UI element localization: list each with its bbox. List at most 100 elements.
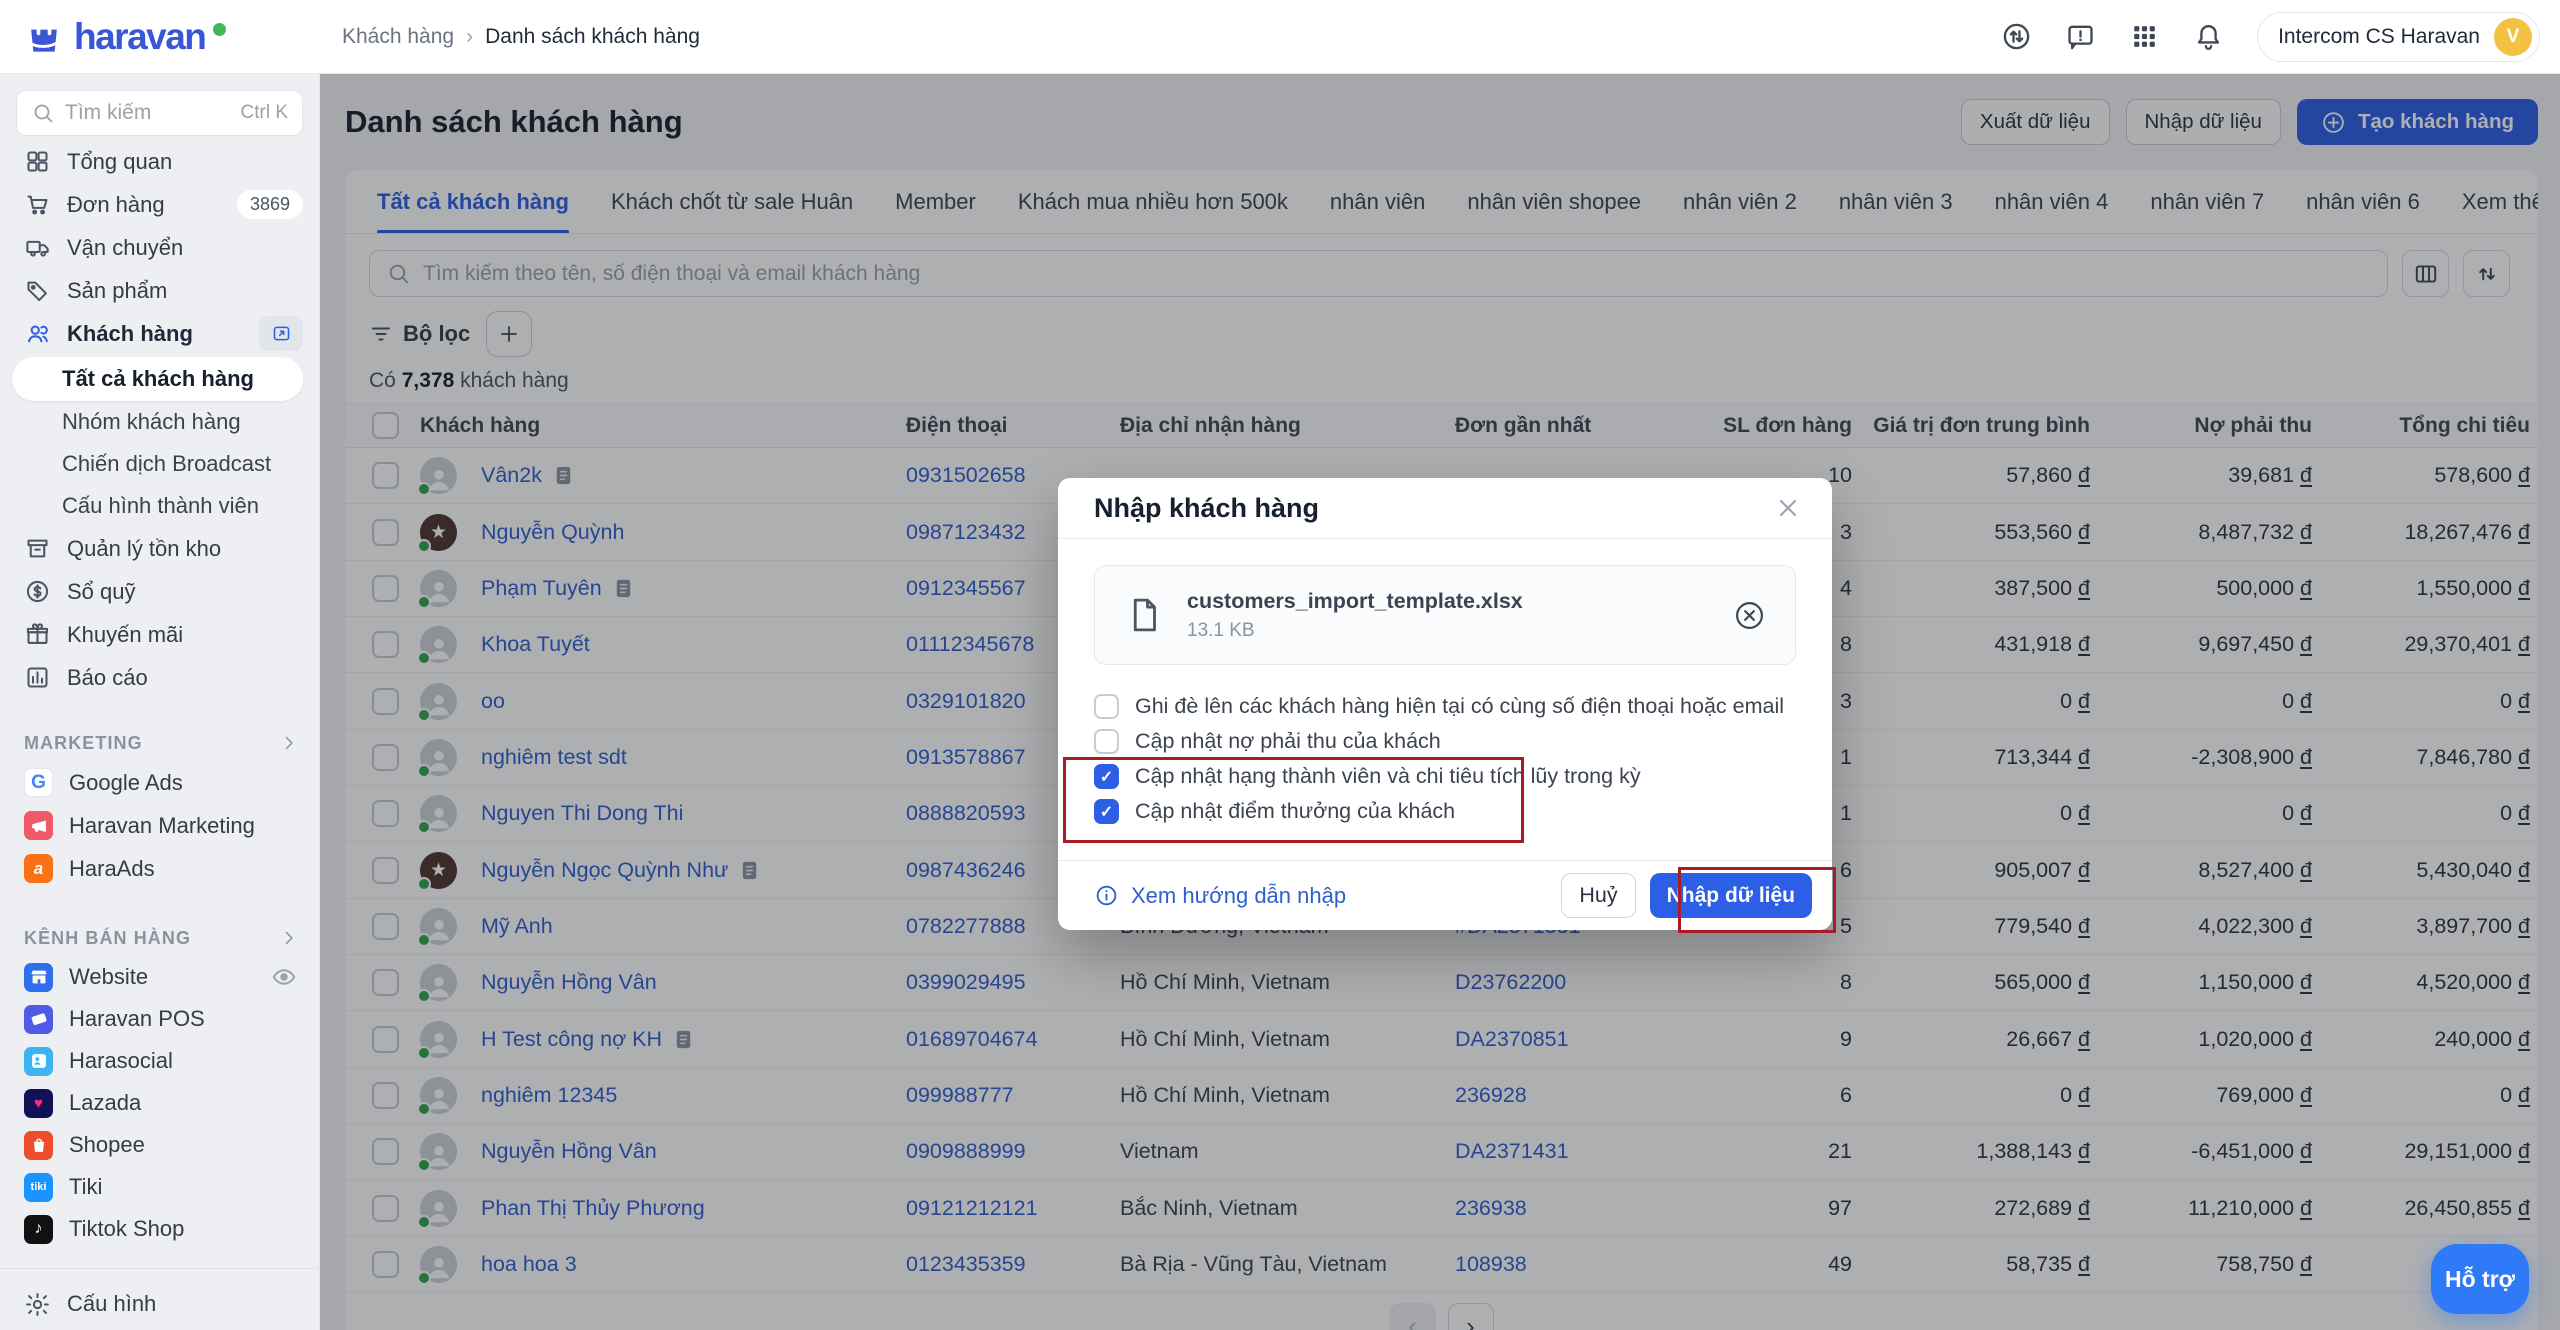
sidebar-item[interactable]: Quản lý tồn kho: [0, 527, 319, 570]
sidebar-search: Ctrl K: [16, 90, 303, 136]
breadcrumb: Khách hàng › Danh sách khách hàng: [342, 25, 700, 49]
haravan-logo[interactable]: haravan: [22, 15, 322, 59]
haraads-logo-icon: a: [24, 854, 53, 883]
import-customers-modal: Nhập khách hàng customers_import_templat…: [1058, 478, 1832, 930]
info-icon: [1094, 883, 1119, 908]
sidebar-app-haraads[interactable]: aHaraAds: [0, 847, 319, 890]
cancel-button[interactable]: Huỷ: [1561, 873, 1635, 918]
sidebar-item[interactable]: Báo cáo: [0, 656, 319, 699]
remove-file-icon[interactable]: [1732, 598, 1767, 633]
sidebar-section-header[interactable]: MARKETING: [0, 725, 319, 761]
account-name: Intercom CS Haravan: [2278, 25, 2480, 49]
option-label: Cập nhật hạng thành viên và chi tiêu tíc…: [1135, 764, 1641, 789]
inventory-icon: [24, 535, 51, 562]
tiki-logo-icon: tiki: [24, 1173, 53, 1202]
file-size: 13.1 KB: [1187, 620, 1523, 642]
website-logo-icon: [24, 963, 53, 992]
import-option: Ghi đè lên các khách hàng hiện tại có cù…: [1094, 689, 1796, 724]
chevron-right-icon: [279, 928, 299, 948]
shopee-logo-icon: [24, 1131, 53, 1160]
sidebar-app-website[interactable]: Website: [0, 956, 319, 998]
eye-icon[interactable]: [271, 964, 297, 990]
haravan-pos-logo-icon: [24, 1005, 53, 1034]
breadcrumb-current: Danh sách khách hàng: [485, 25, 700, 49]
overview-icon: [24, 148, 51, 175]
support-button[interactable]: Hỗ trợ: [2431, 1244, 2529, 1314]
option-label: Cập nhật điểm thưởng của khách: [1135, 799, 1455, 824]
sidebar-app-harasocial[interactable]: Harasocial: [0, 1040, 319, 1082]
import-option: Cập nhật hạng thành viên và chi tiêu tíc…: [1094, 759, 1796, 794]
gift-icon: [24, 621, 51, 648]
screen: haravan Khách hàng › Danh sách khách hàn…: [0, 0, 2560, 1330]
topbar: haravan Khách hàng › Danh sách khách hàn…: [0, 0, 2560, 74]
unchecked-checkbox[interactable]: [1094, 729, 1119, 754]
sidebar-item-label: Vận chuyển: [67, 235, 183, 261]
option-label: Cập nhật nợ phải thu của khách: [1135, 729, 1441, 754]
submit-import-button[interactable]: Nhập dữ liệu: [1650, 873, 1812, 918]
checked-checkbox[interactable]: [1094, 799, 1119, 824]
sidebar-subitem[interactable]: Chiến dịch Broadcast: [0, 443, 319, 485]
sidebar-item-settings[interactable]: Cấu hình: [0, 1277, 319, 1330]
tiktok-shop-logo-icon: ♪: [24, 1215, 53, 1244]
close-icon[interactable]: [1774, 494, 1802, 522]
unchecked-checkbox[interactable]: [1094, 694, 1119, 719]
brand-text: haravan: [74, 16, 205, 58]
harasocial-logo-icon: [24, 1047, 53, 1076]
sidebar-subitem[interactable]: Cấu hình thành viên: [0, 485, 319, 527]
avatar: V: [2494, 18, 2532, 56]
cash-icon: [24, 578, 51, 605]
modal-title: Nhập khách hàng: [1094, 493, 1319, 524]
sidebar-app-haravan-pos[interactable]: Haravan POS: [0, 998, 319, 1040]
bell-icon[interactable]: [2193, 21, 2224, 52]
import-guide-link[interactable]: Xem hướng dẫn nhập: [1094, 883, 1346, 909]
import-options: Ghi đè lên các khách hàng hiện tại có cù…: [1094, 689, 1796, 829]
keyboard-shortcut: Ctrl K: [241, 102, 289, 124]
sidebar-section-header[interactable]: KÊNH BÁN HÀNG: [0, 920, 319, 956]
sidebar-item[interactable]: Sổ quỹ: [0, 570, 319, 613]
sidebar-item-3[interactable]: Sản phẩm: [0, 269, 319, 312]
sidebar-search-input[interactable]: [65, 101, 231, 125]
haravan-marketing-logo-icon: [24, 811, 53, 840]
tag-icon: [24, 277, 51, 304]
order-count-badge: 3869: [237, 190, 303, 219]
import-option: Cập nhật điểm thưởng của khách: [1094, 794, 1796, 829]
sidebar-item-label: Tổng quan: [67, 149, 172, 175]
sidebar-app-google-ads[interactable]: GGoogle Ads: [0, 761, 319, 804]
sidebar-subitem[interactable]: Nhóm khách hàng: [0, 401, 319, 443]
sidebar-app-haravan-marketing[interactable]: Haravan Marketing: [0, 804, 319, 847]
option-label: Ghi đè lên các khách hàng hiện tại có cù…: [1135, 694, 1784, 719]
breadcrumb-separator: ›: [466, 25, 473, 49]
sync-icon[interactable]: [2001, 21, 2032, 52]
sidebar-item-1[interactable]: Đơn hàng3869: [0, 183, 319, 226]
sidebar-item-0[interactable]: Tổng quan: [0, 140, 319, 183]
truck-icon: [24, 234, 51, 261]
sidebar-item-customers[interactable]: Khách hàng: [0, 312, 319, 355]
checked-checkbox[interactable]: [1094, 764, 1119, 789]
chat-icon[interactable]: [2065, 21, 2096, 52]
gear-icon: [24, 1291, 51, 1318]
file-icon: [1123, 594, 1165, 636]
uploaded-file-card: customers_import_template.xlsx 13.1 KB: [1094, 565, 1796, 665]
breadcrumb-parent[interactable]: Khách hàng: [342, 25, 454, 49]
sidebar-subitem[interactable]: Tất cả khách hàng: [12, 357, 303, 401]
sidebar-item-label: Khách hàng: [67, 321, 193, 347]
google-ads-logo-icon: G: [24, 768, 53, 797]
sidebar-item[interactable]: Khuyến mãi: [0, 613, 319, 656]
account-menu[interactable]: Intercom CS Haravan V: [2257, 12, 2540, 62]
topbar-actions: Intercom CS Haravan V: [2001, 12, 2540, 62]
open-window-icon: [271, 323, 292, 344]
import-option: Cập nhật nợ phải thu của khách: [1094, 724, 1796, 759]
sidebar-app-lazada[interactable]: ♥Lazada: [0, 1082, 319, 1124]
search-icon: [31, 101, 55, 125]
sidebar-app-shopee[interactable]: Shopee: [0, 1124, 319, 1166]
shopping-bag-logo-icon: [22, 15, 66, 59]
apps-icon[interactable]: [2129, 21, 2160, 52]
cart-icon: [24, 191, 51, 218]
lazada-logo-icon: ♥: [24, 1089, 53, 1118]
open-customers-window-button[interactable]: [259, 316, 303, 351]
sidebar-app-tiki[interactable]: tikiTiki: [0, 1166, 319, 1208]
sidebar-app-tiktok-shop[interactable]: ♪Tiktok Shop: [0, 1208, 319, 1250]
file-name: customers_import_template.xlsx: [1187, 589, 1523, 614]
sidebar-item-2[interactable]: Vận chuyển: [0, 226, 319, 269]
users-icon: [24, 320, 51, 347]
